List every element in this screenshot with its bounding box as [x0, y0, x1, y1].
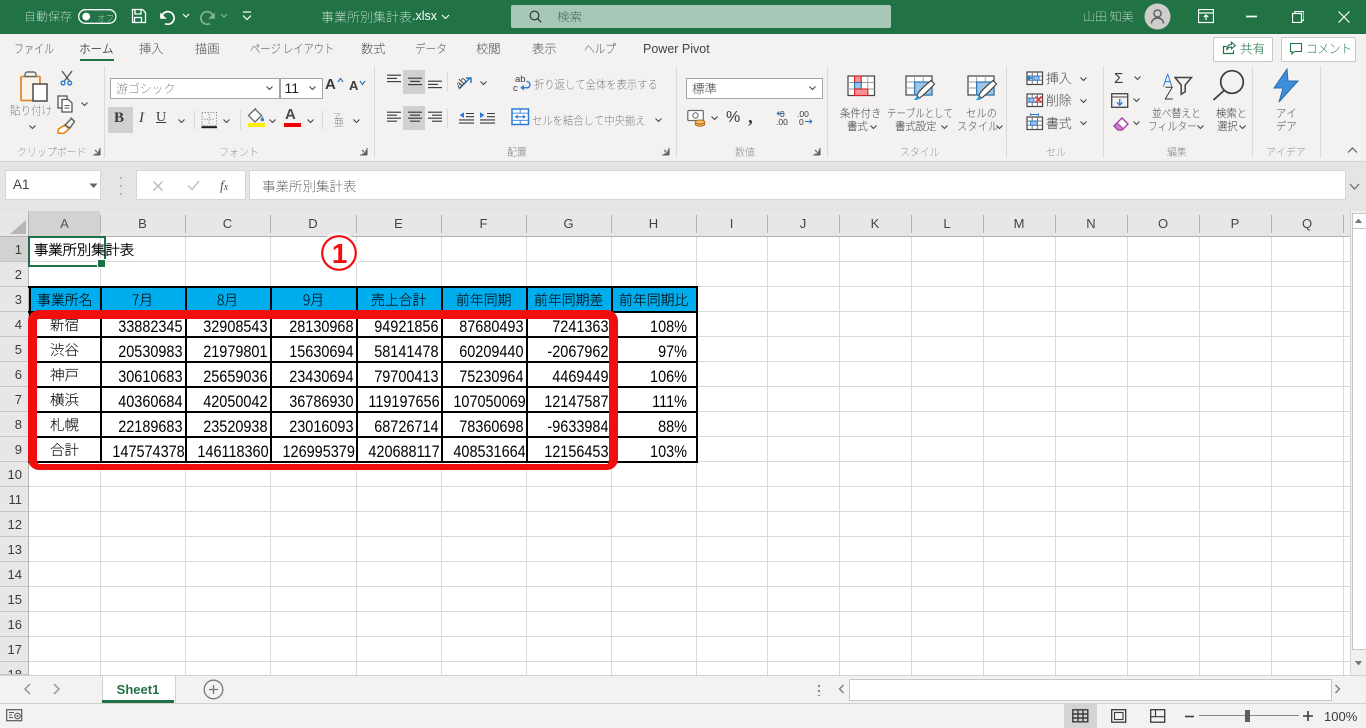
svg-text:0: 0 — [799, 117, 804, 126]
svg-text:1: 1 — [332, 238, 348, 269]
svg-text:c: c — [513, 83, 518, 92]
svg-text:0: 0 — [780, 110, 785, 119]
